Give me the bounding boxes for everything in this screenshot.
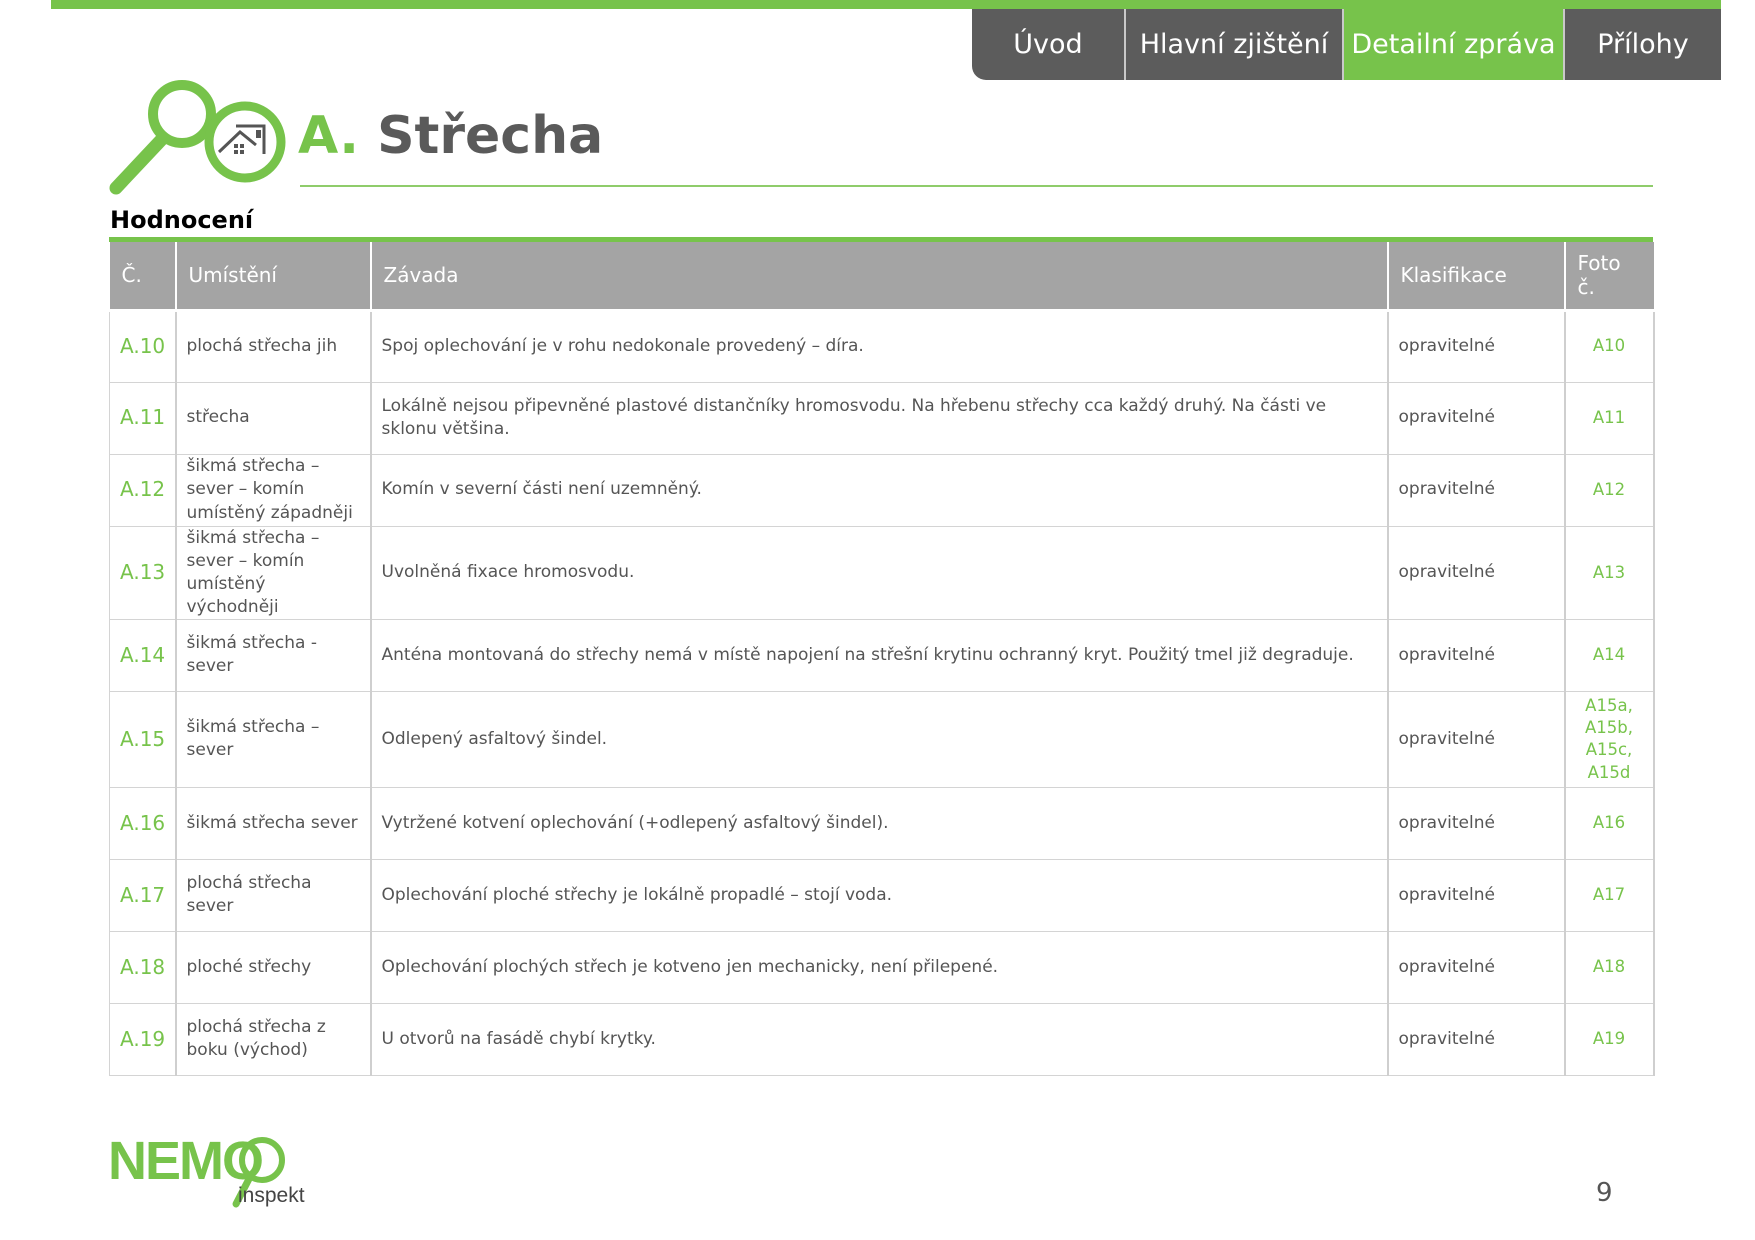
row-photo-ref[interactable]: A14	[1564, 618, 1655, 692]
title-divider	[300, 185, 1653, 187]
row-defect: Lokálně nejsou připevněné plastové dista…	[370, 381, 1389, 455]
row-photo-ref[interactable]: A13	[1564, 525, 1655, 620]
nemo-inspekt-logo: NEMO inspekt	[108, 1130, 308, 1216]
tab-hlavni-zjisteni[interactable]: Hlavní zjištění	[1124, 9, 1342, 80]
row-number: A.17	[109, 858, 177, 932]
table-header-row: Č. Umístění Závada Klasifikace Foto č.	[109, 242, 1654, 312]
table-row: A.15 šikmá střecha – sever Odlepený asfa…	[109, 690, 1655, 788]
house-roof-icon	[204, 101, 286, 183]
row-location: šikmá střecha – sever – komín umístěný v…	[175, 525, 372, 620]
row-defect: Vytržené kotvení oplechování (+odlepený …	[370, 786, 1389, 860]
row-location: šikmá střecha – sever	[175, 690, 372, 788]
tab-detailni-zprava[interactable]: Detailní zpráva	[1342, 9, 1563, 80]
row-photo-ref[interactable]: A15a, A15b, A15c, A15d	[1564, 690, 1655, 788]
table-row: A.18 ploché střechy Oplechování plochých…	[109, 930, 1655, 1004]
row-number: A.14	[109, 618, 177, 692]
row-number: A.15	[109, 690, 177, 788]
section-name: Střecha	[377, 106, 604, 166]
row-number: A.11	[109, 381, 177, 455]
column-header-classification: Klasifikace	[1386, 242, 1565, 312]
row-classification: opravitelné	[1387, 930, 1566, 1004]
tab-prilohy[interactable]: Přílohy	[1563, 9, 1721, 80]
row-classification: opravitelné	[1387, 1002, 1566, 1076]
table-row: A.19 plochá střecha z boku (východ) U ot…	[109, 1002, 1655, 1076]
table-row: A.11 střecha Lokálně nejsou připevněné p…	[109, 381, 1655, 455]
subheading: Hodnocení	[110, 206, 254, 234]
row-photo-ref[interactable]: A11	[1564, 381, 1655, 455]
row-location: ploché střechy	[175, 930, 372, 1004]
table-row: A.14 šikmá střecha - sever Anténa montov…	[109, 618, 1655, 692]
section-icons	[109, 80, 286, 195]
table-row: A.13 šikmá střecha – sever – komín umíst…	[109, 525, 1655, 620]
column-header-photo: Foto č.	[1563, 242, 1654, 312]
page-number: 9	[1596, 1178, 1613, 1208]
tab-uvod[interactable]: Úvod	[972, 9, 1124, 80]
row-number: A.13	[109, 525, 177, 620]
row-location: šikmá střecha sever	[175, 786, 372, 860]
row-classification: opravitelné	[1387, 786, 1566, 860]
row-number: A.18	[109, 930, 177, 1004]
column-header-number: Č.	[109, 242, 176, 312]
row-classification: opravitelné	[1387, 381, 1566, 455]
row-classification: opravitelné	[1387, 618, 1566, 692]
row-defect: Oplechování ploché střechy je lokálně pr…	[370, 858, 1389, 932]
row-classification: opravitelné	[1387, 858, 1566, 932]
row-defect: Oplechování plochých střech je kotveno j…	[370, 930, 1389, 1004]
logo-subtext: inspekt	[238, 1184, 305, 1207]
row-defect: Spoj oplechování je v rohu nedokonale pr…	[370, 309, 1389, 383]
table-row: A.10 plochá střecha jih Spoj oplechování…	[109, 309, 1655, 383]
table-row: A.12 šikmá střecha – sever – komín umíst…	[109, 453, 1655, 527]
table-row: A.17 plochá střecha sever Oplechování pl…	[109, 858, 1655, 932]
row-number: A.19	[109, 1002, 177, 1076]
row-classification: opravitelné	[1387, 453, 1566, 527]
row-classification: opravitelné	[1387, 690, 1566, 788]
row-location: plochá střecha z boku (východ)	[175, 1002, 372, 1076]
top-navigation: Úvod Hlavní zjištění Detailní zpráva Pří…	[972, 9, 1721, 80]
row-location: plochá střecha jih	[175, 309, 372, 383]
page-title: A. Střecha	[298, 106, 603, 166]
row-defect: Komín v severní části není uzemněný.	[370, 453, 1389, 527]
row-defect: Anténa montovaná do střechy nemá v místě…	[370, 618, 1389, 692]
column-header-defect: Závada	[369, 242, 1388, 312]
row-photo-ref[interactable]: A18	[1564, 930, 1655, 1004]
row-location: šikmá střecha – sever – komín umístěný z…	[175, 453, 372, 527]
row-classification: opravitelné	[1387, 525, 1566, 620]
table-row: A.16 šikmá střecha sever Vytržené kotven…	[109, 786, 1655, 860]
findings-table: Č. Umístění Závada Klasifikace Foto č. A…	[109, 242, 1655, 1076]
row-number: A.16	[109, 786, 177, 860]
top-accent-bar	[51, 0, 1721, 9]
row-defect: Uvolněná fixace hromosvodu.	[370, 525, 1389, 620]
row-number: A.10	[109, 309, 177, 383]
row-location: plochá střecha sever	[175, 858, 372, 932]
row-number: A.12	[109, 453, 177, 527]
row-photo-ref[interactable]: A19	[1564, 1002, 1655, 1076]
row-defect: U otvorů na fasádě chybí krytky.	[370, 1002, 1389, 1076]
row-defect: Odlepený asfaltový šindel.	[370, 690, 1389, 788]
magnifier-icon	[109, 80, 216, 195]
row-location: střecha	[175, 381, 372, 455]
row-classification: opravitelné	[1387, 309, 1566, 383]
section-letter: A.	[298, 106, 359, 166]
row-photo-ref[interactable]: A12	[1564, 453, 1655, 527]
row-photo-ref[interactable]: A16	[1564, 786, 1655, 860]
row-location: šikmá střecha - sever	[175, 618, 372, 692]
column-header-location: Umístění	[174, 242, 371, 312]
row-photo-ref[interactable]: A17	[1564, 858, 1655, 932]
row-photo-ref[interactable]: A10	[1564, 309, 1655, 383]
